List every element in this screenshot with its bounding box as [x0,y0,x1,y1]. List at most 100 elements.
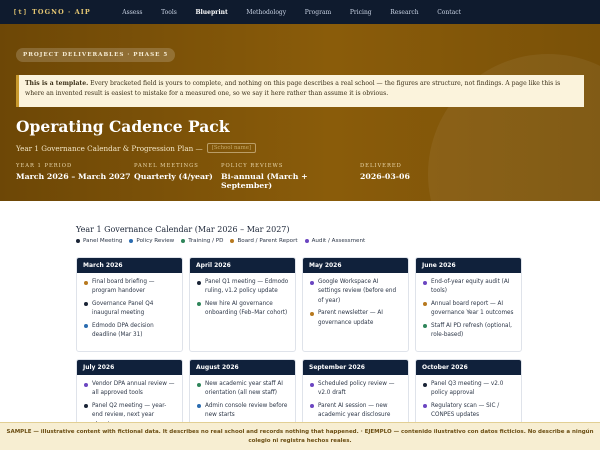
logo-text: TOGNO · AIP [32,8,91,16]
event-text: Scheduled policy review — v2.0 draft [318,381,395,397]
calendar-event: Scheduled policy review — v2.0 draft [310,380,402,399]
nav-link-program[interactable]: Program [295,9,340,16]
calendar-event: End-of-year equity audit (AI tools) [423,278,515,297]
event-text: Governance Panel Q4 inaugural meeting [92,300,154,317]
event-text: Edmodo DPA decision deadline (Mar 31) [92,322,154,339]
event-text: Panel Q3 meeting — v2.0 policy approval [431,381,504,397]
event-dot-icon [197,404,201,409]
legend-item: Audit / Assessment [304,238,366,244]
page-title: Operating Cadence Pack [16,117,230,136]
calendar-event: Parent AI session — new academic year di… [310,402,402,421]
event-text: Admin console review before new starts [205,402,288,419]
month-card-title: May 2026 [303,258,408,273]
legend-item: Panel Meeting [76,238,122,244]
event-text: Final board briefing — program handover [92,279,155,295]
month-card-body: New academic year staff AI orientation (… [190,375,295,428]
calendar-legend: Panel Meeting Policy Review Training / PD B… [76,238,365,244]
stat-label: POLICY REVIEWS [221,163,284,169]
nav-link-assess[interactable]: Assess [113,9,152,16]
event-dot-icon [84,280,88,285]
top-nav: [t] TOGNO · AIP Assess Tools Blueprint M… [0,0,600,24]
legend-dot-icon [230,239,235,243]
month-card: April 2026 Panel Q1 meeting — Edmodo ruli… [189,257,296,352]
event-text: New hire AI governance onboarding (Feb–M… [205,300,288,317]
stat-delivered: DELIVERED 2026-03-06 [360,163,440,190]
calendar-event: Google Workspace AI settings review (bef… [310,278,402,306]
month-card-title: July 2026 [77,360,182,375]
calendar-event: Governance Panel Q4 inaugural meeting [84,300,176,319]
sample-banner: SAMPLE — illustrative content with ficti… [0,422,600,450]
calendar-event: Annual board report — AI governance Year… [423,300,515,319]
calendar-event: Panel Q1 meeting — Edmodo ruling, v1.2 p… [197,278,289,297]
event-dot-icon [423,302,427,307]
nav-link-pricing[interactable]: Pricing [341,9,381,16]
legend-label: Panel Meeting [83,238,123,244]
notice-bold: This is a template. [25,80,89,87]
month-card: June 2026 End-of-year equity audit (AI to… [415,257,522,352]
event-text: End-of-year equity audit (AI tools) [431,279,510,295]
stat-value: March 2026 – March 2027 [16,172,131,181]
month-card-title: August 2026 [190,360,295,375]
event-text: Regulatory scan — SIC / CONPES updates [431,402,500,419]
event-dot-icon [197,280,201,285]
nav-link-contact[interactable]: Contact [428,9,470,16]
month-card: March 2026 Final board briefing — program… [76,257,183,352]
event-text: Google Workspace AI settings review (bef… [318,279,397,304]
legend-dot-icon [304,239,309,243]
school-name-placeholder: [School name] [206,143,257,153]
event-dot-icon [84,302,88,307]
legend-dot-icon [181,239,186,243]
calendar-event: Vendor DPA annual review — all approved … [84,380,176,399]
subtitle-text: Year 1 Governance Calendar & Progression… [16,143,203,153]
legend-label: Audit / Assessment [311,238,366,244]
event-text: Vendor DPA annual review — all approved … [92,381,175,397]
event-dot-icon [197,382,201,387]
month-card: May 2026 Google Workspace AI settings rev… [302,257,409,352]
event-dot-icon [423,324,427,329]
event-dot-icon [423,382,427,387]
hero-stats: YEAR 1 PERIOD March 2026 – March 2027 PA… [16,163,440,190]
month-card-body: Scheduled policy review — v2.0 draft Pare… [303,375,408,428]
legend-label: Training / PD [188,238,224,244]
stat-value: Quarterly (4/year) [134,172,213,181]
stat-panel-meetings: PANEL MEETINGS Quarterly (4/year) [134,163,221,190]
stat-label: DELIVERED [360,163,402,169]
event-text: Annual board report — AI governance Year… [431,300,514,317]
legend-label: Policy Review [136,238,175,244]
nav-link-tools[interactable]: Tools [152,9,186,16]
event-dot-icon [84,404,88,409]
event-dot-icon [310,404,314,409]
legend-dot-icon [129,239,134,243]
nav-link-blueprint[interactable]: Blueprint [186,9,237,16]
brand-logo[interactable]: [t] TOGNO · AIP [13,8,101,16]
event-text: Panel Q1 meeting — Edmodo ruling, v1.2 p… [205,279,289,295]
calendar-event: Admin console review before new starts [197,402,289,421]
stat-label: YEAR 1 PERIOD [16,163,73,169]
month-card-body: Panel Q3 meeting — v2.0 policy approval R… [416,375,521,428]
stat-year-period: YEAR 1 PERIOD March 2026 – March 2027 [16,163,134,190]
event-dot-icon [310,311,314,316]
legend-item: Training / PD [181,238,223,244]
event-text: Staff AI PD refresh (optional, role-base… [431,322,512,339]
month-card-title: April 2026 [190,258,295,273]
legend-label: Board / Parent Report [237,238,298,244]
event-dot-icon [423,280,427,285]
logo-mark: [t] [13,8,29,16]
stat-policy-reviews: POLICY REVIEWS Bi-annual (March + Septem… [221,163,360,190]
month-card-title: June 2026 [416,258,521,273]
nav-link-methodology[interactable]: Methodology [237,9,295,16]
month-card-title: March 2026 [77,258,182,273]
event-dot-icon [197,302,201,307]
nav-link-research[interactable]: Research [381,9,428,16]
nav-links: Assess Tools Blueprint Methodology Progr… [113,9,470,16]
phase-pill: PROJECT DELIVERABLES · PHASE 5 [16,48,176,62]
calendar-event: Edmodo DPA decision deadline (Mar 31) [84,322,176,341]
page-subtitle: Year 1 Governance Calendar & Progression… [16,143,257,153]
event-dot-icon [423,404,427,409]
month-card-body: Panel Q1 meeting — Edmodo ruling, v1.2 p… [190,273,295,326]
event-dot-icon [310,280,314,285]
event-dot-icon [310,382,314,387]
legend-dot-icon [76,239,80,243]
calendar-title: Year 1 Governance Calendar (Mar 2026 – M… [76,225,290,234]
event-text: New academic year staff AI orientation (… [205,381,283,397]
